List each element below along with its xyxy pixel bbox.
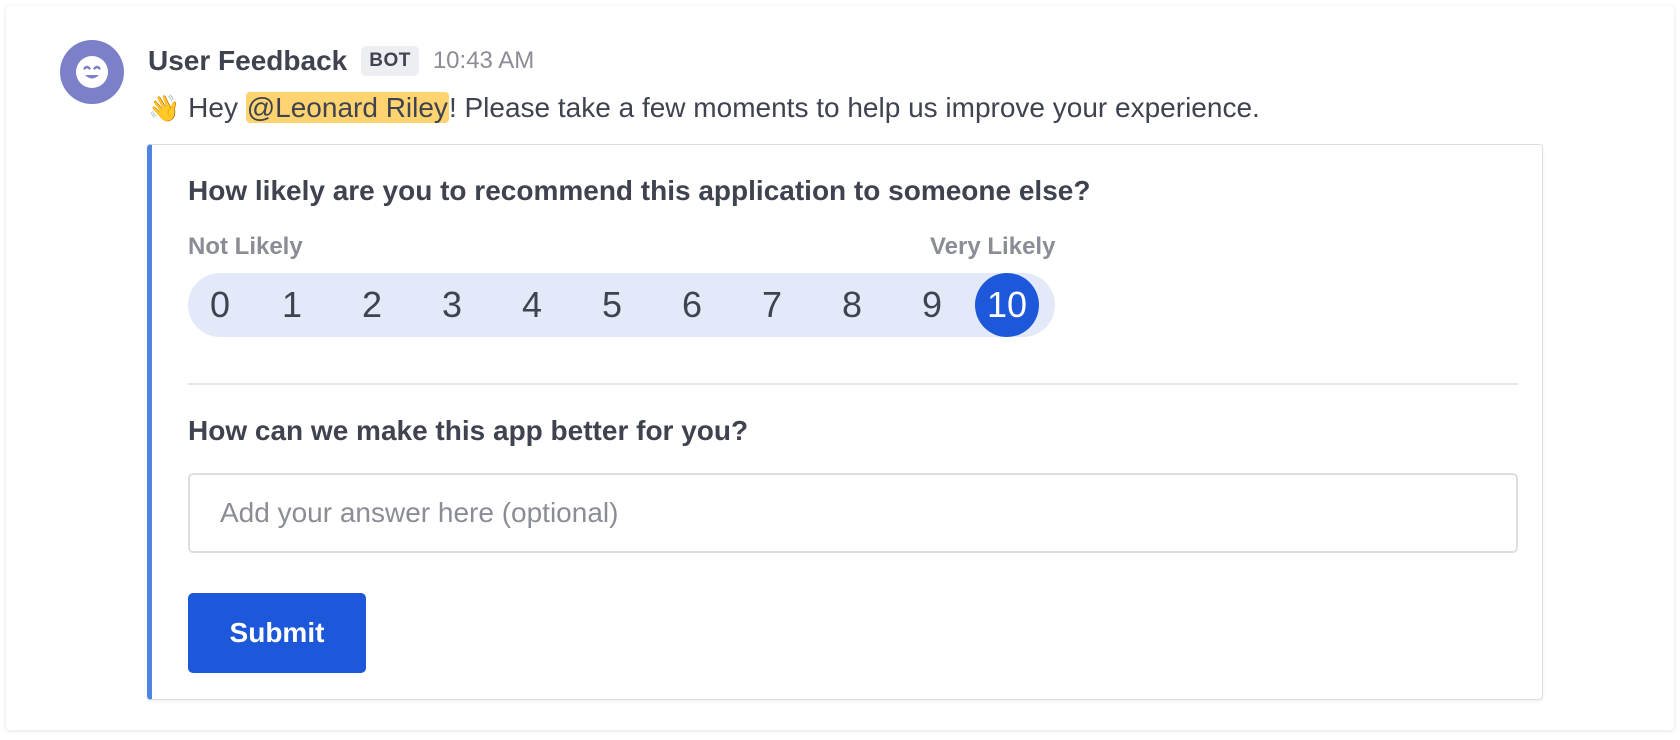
waving-hand-emoji: 👋 (148, 93, 181, 123)
scale-low-label: Not Likely (188, 233, 303, 260)
answer-input[interactable] (188, 473, 1518, 553)
score-option-4[interactable]: 4 (492, 273, 572, 337)
message-text: 👋 Hey @Leonard Riley! Please take a few … (148, 88, 1260, 128)
survey-card: How likely are you to recommend this app… (147, 144, 1543, 700)
post-header: User Feedback BOT 10:43 AM (148, 42, 534, 80)
rating-scale: 0 1 2 3 4 5 6 7 8 9 10 (188, 273, 1055, 337)
section-divider (188, 383, 1518, 385)
recommend-question: How likely are you to recommend this app… (188, 175, 1091, 206)
score-option-0[interactable]: 0 (188, 273, 252, 337)
post-timestamp[interactable]: 10:43 AM (433, 47, 534, 75)
score-option-7[interactable]: 7 (732, 273, 812, 337)
score-option-10[interactable]: 10 (975, 273, 1039, 337)
score-option-2[interactable]: 2 (332, 273, 412, 337)
score-option-9[interactable]: 9 (892, 273, 972, 337)
score-option-1[interactable]: 1 (252, 273, 332, 337)
message-prefix: Hey (180, 92, 246, 123)
score-option-5[interactable]: 5 (572, 273, 652, 337)
message-container: User Feedback BOT 10:43 AM 👋 Hey @Leonar… (6, 6, 1674, 730)
smiling-face-icon (76, 56, 108, 88)
author-name[interactable]: User Feedback (148, 45, 347, 77)
bot-badge: BOT (361, 46, 419, 76)
score-option-8[interactable]: 8 (812, 273, 892, 337)
scale-high-label: Very Likely (930, 233, 1056, 260)
score-option-6[interactable]: 6 (652, 273, 732, 337)
bot-avatar[interactable] (60, 40, 124, 104)
score-option-3[interactable]: 3 (412, 273, 492, 337)
improvement-question: How can we make this app better for you? (188, 415, 749, 446)
submit-button[interactable]: Submit (188, 593, 366, 673)
message-suffix: ! Please take a few moments to help us i… (448, 92, 1260, 123)
user-mention[interactable]: @Leonard Riley (245, 92, 449, 123)
